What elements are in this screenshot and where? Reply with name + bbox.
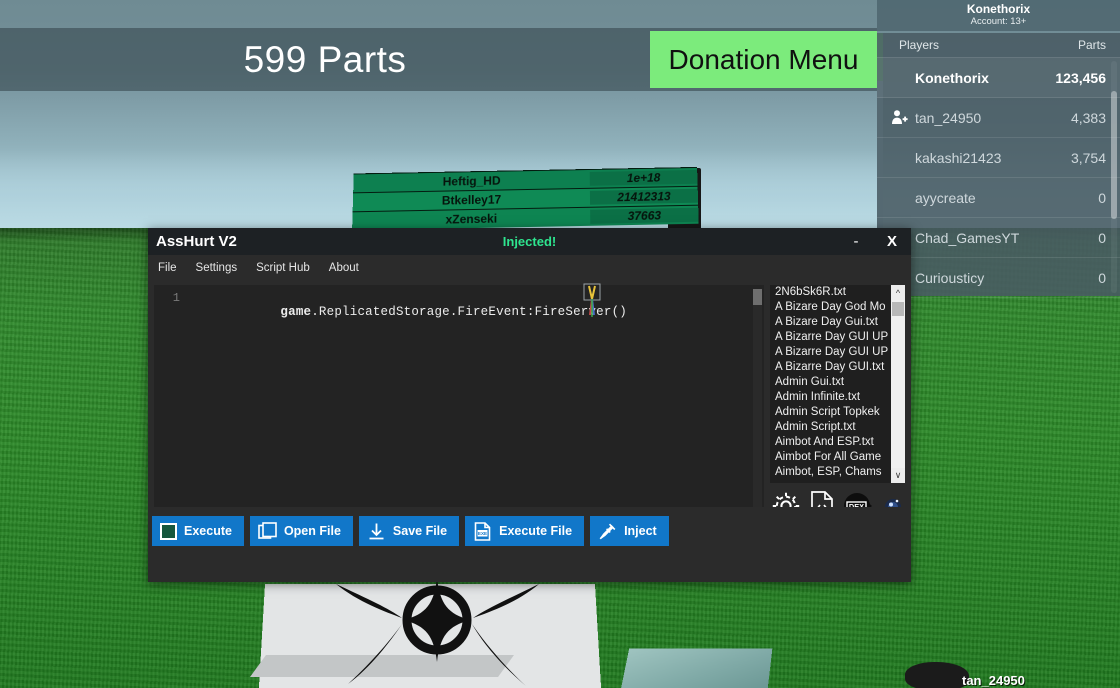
close-button[interactable]: X [881,228,903,255]
player-list-row[interactable]: kakashi21423 3,754 [877,138,1120,178]
player-parts: 0 [1098,189,1106,206]
script-list-item[interactable]: Admin Script.txt [770,420,905,435]
script-list-item[interactable]: A Bizarre Day GUI UP [770,330,905,345]
editor-scroll-thumb[interactable] [753,289,762,305]
player-name: tan_24950 [915,109,982,126]
window-titlebar[interactable]: AssHurt V2 Injected! - X [148,228,911,255]
billboard-row-value: 1e+18 [589,169,698,186]
script-editor[interactable]: 1 game.ReplicatedStorage.FireEvent:FireS… [154,283,764,546]
star-decal-icon [330,576,545,688]
exploit-window: AssHurt V2 Injected! - X File Settings S… [148,228,911,582]
menu-item-file[interactable]: File [158,262,177,274]
inject-button[interactable]: Inject [590,516,669,546]
save-file-button[interactable]: Save File [358,516,460,546]
line-number: 1 [172,291,180,305]
billboard-row-value: 21412313 [589,188,699,205]
billboard-row-value: 37663 [590,207,699,224]
open-file-button[interactable]: Open File [249,516,353,546]
player-parts: 0 [1098,269,1106,286]
code-body: .ReplicatedStorage.FireEvent:FireServer(… [311,305,627,319]
player-list-row[interactable]: Curiousticy 0 [877,258,1120,298]
player-name: Curiousticy [915,269,985,286]
player-list-row[interactable]: ayycreate 0 [877,178,1120,218]
account-name: Konethorix [966,2,1031,16]
player-nametag: tan_24950 [962,673,1025,688]
world-leaderboard-billboard: Heftig_HD 1e+18 Btkelley17 21412313 xZen… [352,166,699,231]
account-age-label: Account: 13+ [970,16,1027,27]
scroll-down-arrow-icon[interactable]: ∨ [891,468,905,483]
script-list-item[interactable]: Aimbot, ESP, Chams [770,465,905,480]
player-list-scrollbar[interactable] [1111,61,1117,293]
player-name: Konethorix [915,69,989,86]
injection-status: Injected! [502,234,557,249]
script-list-item[interactable]: Admin Script Topkek [770,405,905,420]
script-list-item[interactable]: 2N6bSk6R.txt [770,285,905,300]
parts-counter: 599 Parts [243,38,407,80]
line-number-gutter: 1 [154,285,188,542]
script-list-item[interactable]: Admin Infinite.txt [770,390,905,405]
menu-item-settings[interactable]: Settings [196,262,238,274]
svg-text:EXE: EXE [478,531,487,536]
execute-button-label: Execute [184,524,232,538]
code-keyword: game [280,305,312,319]
player-list-row[interactable]: tan_24950 4,383 [877,98,1120,138]
player-parts: 0 [1098,229,1106,246]
column-header-players: Players [899,38,940,52]
execute-file-button-label: Execute File [499,524,573,538]
player-list-row[interactable]: Konethorix 123,456 [877,58,1120,98]
menu-item-about[interactable]: About [329,262,359,274]
code-line: game.ReplicatedStorage.FireEvent:FireSer… [188,291,764,333]
exe-file-icon: EXE [473,521,492,541]
player-name: Chad_GamesYT [915,229,1020,246]
screen: tan_24950 Heftig_HD 1e+18 Btkelley17 214… [0,0,1120,688]
player-list-panel: Players Parts Konethorix 123,456 tan_249… [877,33,1120,298]
player-name: ayycreate [915,189,976,206]
folder-icon [258,521,277,541]
script-list-item[interactable]: Admin Gui.txt [770,375,905,390]
menu-bar: File Settings Script Hub About [148,255,911,281]
player-list-header: Players Parts [877,33,1120,58]
player-name: kakashi21423 [915,149,1002,166]
script-list-item[interactable]: Aimbot And ESP.txt [770,435,905,450]
execute-button[interactable]: Execute [152,516,244,546]
execute-file-button[interactable]: EXE Execute File [465,516,585,546]
menu-item-script-hub[interactable]: Script Hub [256,262,310,274]
add-friend-icon[interactable] [887,109,911,126]
player-parts: 123,456 [1055,69,1106,86]
download-arrow-icon [367,522,386,541]
script-list-scrollbar[interactable]: ^ ∨ [891,285,905,483]
action-button-bar: Execute Open File Save File EXE Execute … [148,507,911,555]
player-list-scroll-thumb[interactable] [1111,91,1117,219]
window-body: 1 game.ReplicatedStorage.FireEvent:FireS… [148,281,911,555]
script-list-scroll-thumb[interactable] [892,302,904,316]
scroll-up-arrow-icon[interactable]: ^ [891,285,905,300]
column-header-parts: Parts [1077,38,1106,52]
syringe-icon [598,522,617,541]
green-square-icon [160,522,177,540]
open-file-button-label: Open File [283,524,341,538]
script-list-item[interactable]: A Bizare Day God Mo [770,300,905,315]
minimize-button[interactable]: - [845,228,867,255]
save-file-button-label: Save File [392,524,448,538]
script-list-item[interactable]: Aimbot For All Game [770,450,905,465]
script-list[interactable]: 2N6bSk6R.txt A Bizare Day God Mo A Bizar… [770,285,905,483]
avatar-silhouette [905,662,969,688]
player-list-row[interactable]: Chad_GamesYT 0 [877,218,1120,258]
script-list-item[interactable]: A Bizarre Day GUI.txt [770,360,905,375]
script-list-item[interactable]: A Bizarre Day GUI UP [770,345,905,360]
code-area[interactable]: game.ReplicatedStorage.FireEvent:FireSer… [188,283,764,542]
teal-block-part [620,648,773,688]
account-header: Konethorix Account: 13+ [877,0,1120,31]
script-list-item[interactable]: A Bizare Day Gui.txt [770,315,905,330]
player-parts: 3,754 [1070,149,1106,166]
player-parts: 4,383 [1070,109,1106,126]
inject-button-label: Inject [624,524,657,538]
billboard-row-name: xZenseki [445,211,498,227]
donation-menu-button[interactable]: Donation Menu [650,31,877,88]
